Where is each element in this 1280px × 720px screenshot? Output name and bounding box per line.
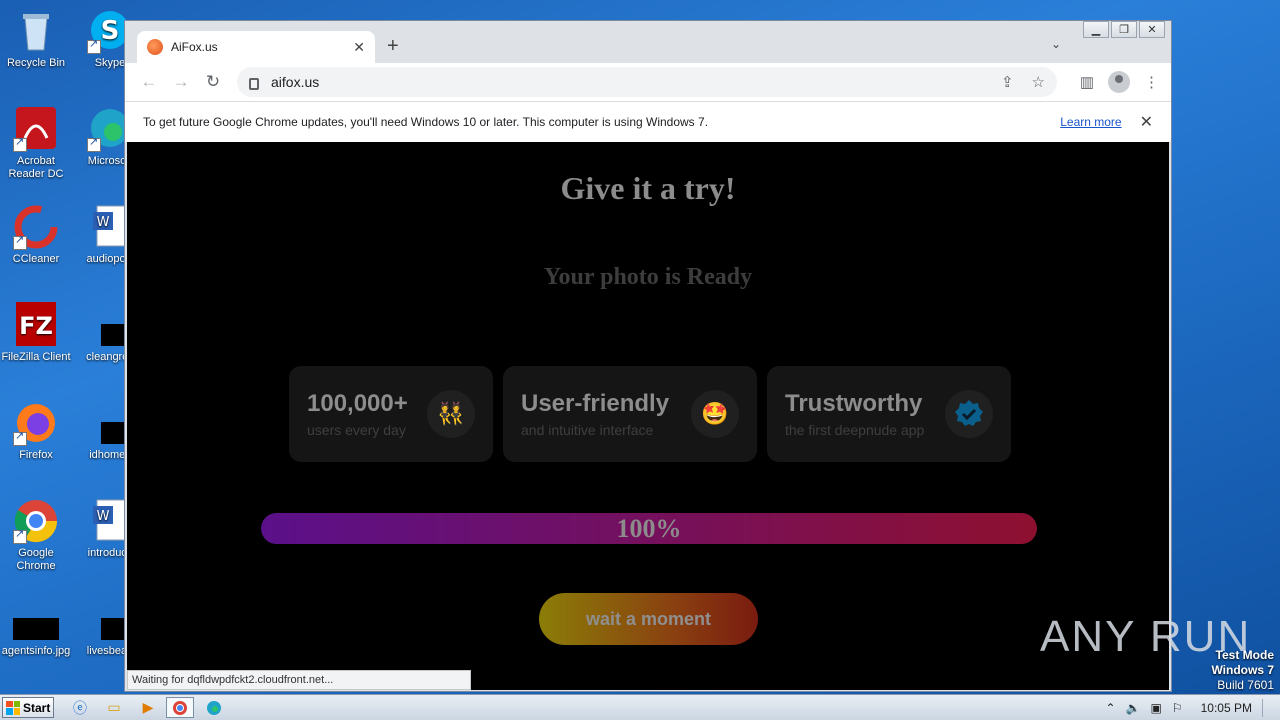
- profile-avatar-icon[interactable]: [1108, 71, 1130, 93]
- system-tray: ⌃ 🔈 ▣ ⚐ 10:05 PM: [1106, 699, 1275, 717]
- web-page: Give it a try! Your photo is Ready 100,0…: [127, 142, 1169, 690]
- shortcut-arrow-icon: [87, 136, 101, 152]
- address-bar[interactable]: aifox.us ⇪ ☆: [237, 67, 1057, 97]
- tab-search-chevron-icon[interactable]: ⌄: [1051, 37, 1061, 51]
- recycle-bin-icon: [13, 8, 59, 54]
- svg-text:FZ: FZ: [19, 312, 53, 340]
- desktop-icon-label: FileZilla Client: [1, 351, 71, 363]
- taskbar-ie-icon[interactable]: ⓔ: [66, 697, 94, 718]
- update-infobar: To get future Google Chrome updates, you…: [125, 101, 1171, 142]
- start-button[interactable]: Start: [2, 697, 54, 718]
- desktop-icon-label: Recycle Bin: [6, 57, 66, 69]
- clock[interactable]: 10:05 PM: [1201, 701, 1252, 715]
- kebab-menu-icon[interactable]: ⋮: [1144, 73, 1159, 91]
- reload-icon[interactable]: ↻: [197, 72, 229, 92]
- stat-card-user-friendly: User-friendly and intuitive interface 🤩: [503, 366, 757, 462]
- close-window-button[interactable]: ✕: [1139, 21, 1165, 38]
- browser-toolbar: ← → ↻ aifox.us ⇪ ☆ ▥ ⋮: [125, 63, 1171, 101]
- windows-logo-icon: [6, 700, 20, 715]
- taskbar-media-player-icon[interactable]: ▶: [134, 697, 162, 718]
- test-mode-notice: Test Mode Windows 7 Build 7601: [1211, 648, 1274, 693]
- forward-arrow-icon[interactable]: →: [165, 72, 197, 92]
- tab-title: AiFox.us: [171, 40, 218, 54]
- clipped-heading-fragment: [503, 142, 793, 148]
- verified-badge-icon: [945, 390, 993, 438]
- test-mode-line2: Windows 7: [1211, 663, 1274, 677]
- lock-icon: [249, 78, 259, 90]
- learn-more-link[interactable]: Learn more: [1060, 115, 1121, 129]
- back-arrow-icon[interactable]: ←: [133, 72, 165, 92]
- chrome-window: ▁ ❐ ✕ AiFox.us ✕ + ⌄ ← → ↻ aifox.us ⇪ ☆ …: [124, 20, 1172, 692]
- test-mode-line1: Test Mode: [1215, 648, 1274, 662]
- show-desktop-button[interactable]: [1262, 699, 1274, 717]
- restore-button[interactable]: ❐: [1111, 21, 1137, 38]
- wait-button[interactable]: wait a moment: [539, 593, 758, 645]
- shortcut-arrow-icon: [13, 528, 27, 544]
- ccleaner-icon: [13, 204, 59, 250]
- page-subheadline: Your photo is Ready: [543, 264, 753, 290]
- svg-text:W: W: [97, 509, 110, 524]
- progress-bar: 100%: [261, 513, 1037, 544]
- status-bar: Waiting for dqfldwpdfckt2.cloudfront.net…: [127, 670, 471, 690]
- infobar-message: To get future Google Chrome updates, you…: [143, 115, 709, 129]
- peach-favicon-icon: [147, 39, 163, 55]
- desktop-icon-label: CCleaner: [12, 253, 60, 265]
- progress-label: 100%: [616, 514, 682, 543]
- taskbar: Start ⓔ ▭ ▶ ⌃ 🔈 ▣ ⚐ 10:05 PM: [0, 694, 1280, 720]
- side-panel-icon[interactable]: ▥: [1080, 73, 1094, 91]
- stat-card-trustworthy: Trustworthy the first deepnude app: [767, 366, 1011, 462]
- desktop-icon-agentsinfo[interactable]: agentsinfo.jpg: [0, 596, 72, 658]
- desktop-icon-ccleaner[interactable]: CCleaner: [0, 204, 72, 266]
- desktop-icon-label: Firefox: [19, 449, 53, 461]
- shortcut-arrow-icon: [13, 234, 27, 250]
- desktop-icon-filezilla[interactable]: FZ FileZilla Client: [0, 302, 72, 364]
- desktop-icon-label: Google Chrome: [16, 547, 56, 572]
- volume-icon[interactable]: 🔈: [1126, 701, 1141, 715]
- shortcut-arrow-icon: [87, 38, 101, 54]
- infobar-close-icon[interactable]: ✕: [1140, 112, 1153, 132]
- new-tab-button[interactable]: +: [387, 35, 399, 58]
- window-controls: ▁ ❐ ✕: [1083, 21, 1165, 38]
- desktop-icon-chrome[interactable]: Google Chrome: [0, 498, 72, 573]
- address-url[interactable]: aifox.us: [271, 74, 1001, 90]
- taskbar-explorer-icon[interactable]: ▭: [100, 697, 128, 718]
- shortcut-arrow-icon: [13, 430, 27, 446]
- minimize-button[interactable]: ▁: [1083, 21, 1109, 38]
- firefox-icon: [13, 400, 59, 446]
- test-mode-line3: Build 7601: [1217, 678, 1274, 692]
- start-label: Start: [23, 700, 51, 715]
- desktop-icon-firefox[interactable]: Firefox: [0, 400, 72, 462]
- page-headline: Give it a try!: [560, 170, 736, 206]
- shortcut-arrow-icon: [13, 136, 27, 152]
- show-hidden-icons-icon[interactable]: ⌃: [1106, 701, 1116, 715]
- stat-card-users: 100,000+ users every day 👯: [289, 366, 493, 462]
- chrome-icon: [13, 498, 59, 544]
- svg-text:S: S: [101, 16, 120, 46]
- people-icon: 👯: [427, 390, 475, 438]
- black-file-icon: [13, 596, 59, 642]
- svg-text:W: W: [97, 215, 110, 230]
- star-eyes-icon: 🤩: [691, 390, 739, 438]
- action-center-flag-icon[interactable]: ⚐: [1172, 701, 1183, 715]
- browser-tab[interactable]: AiFox.us ✕: [137, 31, 375, 63]
- desktop-icon-recycle-bin[interactable]: Recycle Bin: [0, 8, 72, 70]
- share-icon[interactable]: ⇪: [1001, 73, 1014, 91]
- desktop-icon-acrobat[interactable]: Acrobat Reader DC: [0, 106, 72, 181]
- network-icon[interactable]: ▣: [1151, 701, 1162, 715]
- close-tab-icon[interactable]: ✕: [353, 39, 365, 56]
- desktop-icon-label: agentsinfo.jpg: [1, 645, 71, 657]
- acrobat-icon: [13, 106, 59, 152]
- bookmark-star-icon[interactable]: ☆: [1032, 73, 1045, 91]
- filezilla-icon: FZ: [13, 302, 59, 348]
- desktop-icon-label: Acrobat Reader DC: [8, 155, 64, 180]
- taskbar-edge-icon[interactable]: [200, 697, 228, 718]
- taskbar-chrome-icon[interactable]: [166, 697, 194, 718]
